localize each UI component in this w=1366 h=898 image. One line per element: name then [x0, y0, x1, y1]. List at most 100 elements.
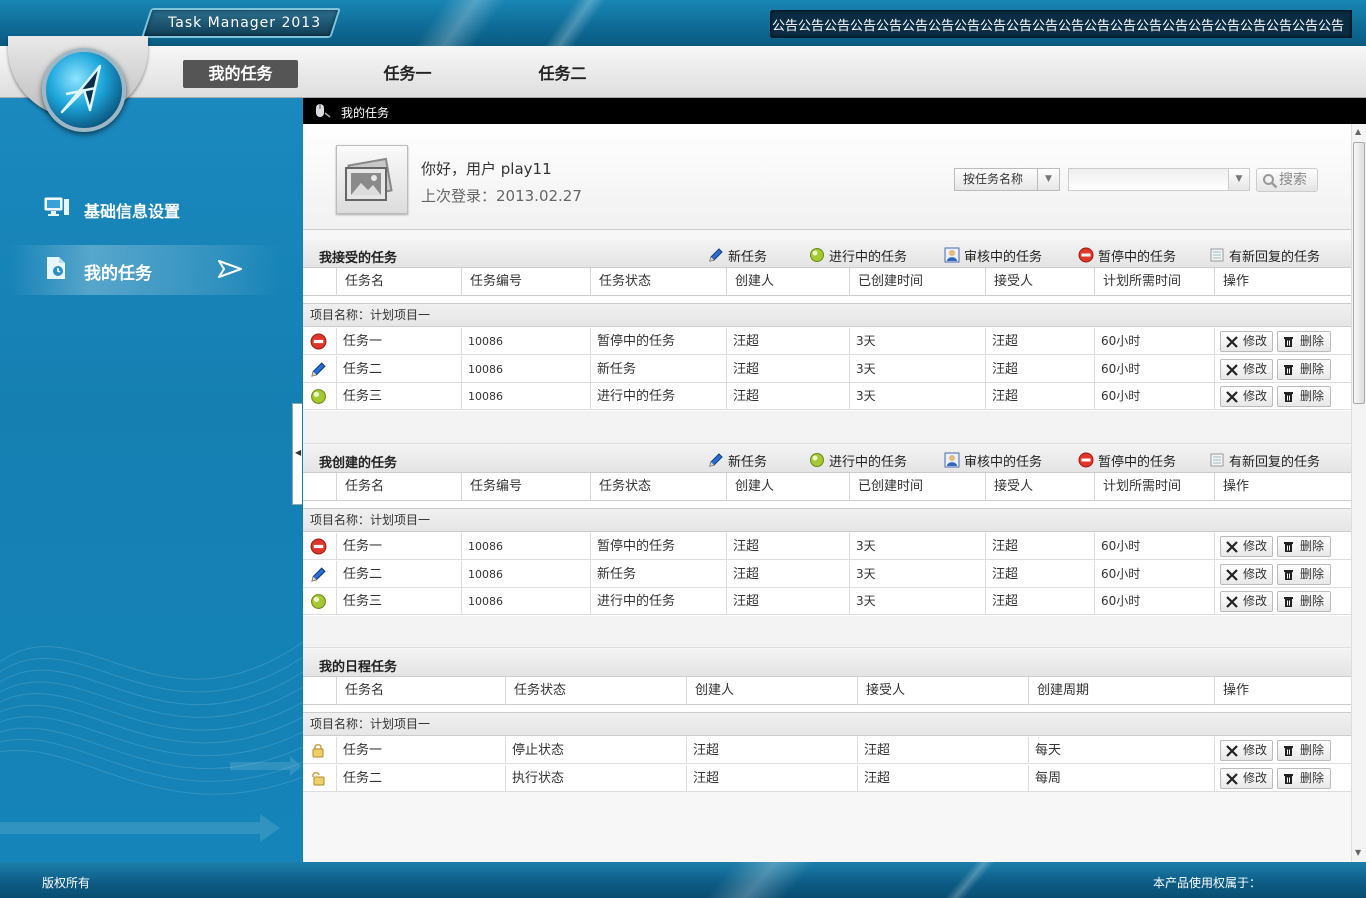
- edit-button[interactable]: 修改: [1220, 591, 1273, 612]
- chevron-left-icon: ◀: [295, 448, 302, 457]
- cell-assignee: 汪超: [985, 533, 1094, 560]
- column-header: 已创建时间: [849, 473, 985, 501]
- legend-reviewing: 审核中的任务: [944, 246, 1042, 265]
- search-input-dropdown-button[interactable]: ▼: [1228, 168, 1250, 191]
- delete-button[interactable]: 删除: [1277, 768, 1331, 789]
- vertical-scrollbar[interactable]: ▲ ▼: [1351, 124, 1366, 862]
- cell-creator: 汪超: [726, 356, 849, 383]
- project-group-row: 项目名称：计划项目一: [303, 712, 1351, 736]
- breadcrumb: 我的任务: [303, 98, 1366, 124]
- sidebar-collapse-handle[interactable]: ◀: [292, 403, 302, 505]
- table-row[interactable]: 任务二 10086 新任务 汪超 3天 汪超 60小时 修改 删除: [303, 561, 1351, 588]
- search-type-select[interactable]: 按任务名称 ▼: [954, 168, 1060, 191]
- legend-label: 暂停中的任务: [1098, 455, 1177, 470]
- cell-planned-time: 60小时: [1094, 588, 1214, 615]
- cell-planned-time: 60小时: [1094, 383, 1214, 410]
- legend-new-reply: 有新回复的任务: [1209, 451, 1320, 470]
- pencil-icon: [311, 567, 326, 582]
- edit-button[interactable]: 修改: [1220, 359, 1273, 380]
- delete-label: 删除: [1300, 362, 1325, 376]
- column-header: 接受人: [857, 677, 1028, 705]
- scroll-up-icon[interactable]: ▲: [1355, 127, 1361, 136]
- footer: 版权所有 本产品使用权属于：: [0, 862, 1366, 898]
- table-row[interactable]: 任务二 10086 新任务 汪超 3天 汪超 60小时 修改 删除: [303, 356, 1351, 383]
- legend-label: 审核中的任务: [964, 455, 1043, 470]
- column-header: 接受人: [985, 268, 1094, 296]
- search-button[interactable]: 搜索: [1256, 168, 1318, 192]
- delete-button[interactable]: 删除: [1277, 564, 1331, 585]
- edit-label: 修改: [1243, 771, 1268, 785]
- arrow-pointer-icon: [218, 260, 242, 278]
- sidebar-item-basic-settings[interactable]: 基础信息设置: [10, 186, 280, 232]
- image-placeholder-icon: [345, 157, 393, 201]
- column-header-icon: [303, 268, 336, 296]
- cell-age: 3天: [849, 356, 985, 383]
- legend-reviewing: 审核中的任务: [944, 451, 1042, 470]
- delete-label: 删除: [1300, 539, 1325, 553]
- sidebar-item-my-tasks[interactable]: 我的任务: [10, 245, 280, 295]
- edit-button[interactable]: 修改: [1220, 536, 1273, 557]
- edit-button[interactable]: 修改: [1220, 386, 1273, 407]
- search-input[interactable]: [1068, 168, 1250, 191]
- announcement-marquee[interactable]: 公告公告公告公告公告公告公告公告公告公告公告公告公告公告公告公告公告公告公告公告…: [770, 10, 1352, 38]
- cell-task-status: 进行中的任务: [590, 383, 726, 410]
- app-title: Task Manager 2013: [168, 15, 322, 31]
- cell-task-id: 10086: [461, 356, 590, 383]
- reviewer-icon: [944, 247, 960, 263]
- pencil-icon: [311, 362, 326, 377]
- edit-button[interactable]: 修改: [1220, 768, 1273, 789]
- trash-icon: [1284, 337, 1293, 347]
- section-spacer: [303, 411, 1351, 444]
- cell-task-status: 新任务: [590, 356, 726, 383]
- legend-new: 新任务: [708, 451, 767, 470]
- cell-assignee: 汪超: [985, 588, 1094, 615]
- table-row[interactable]: 任务三 10086 进行中的任务 汪超 3天 汪超 60小时 修改 删除: [303, 588, 1351, 615]
- app-logo: [42, 48, 126, 132]
- cell-task-status: 进行中的任务: [590, 588, 726, 615]
- avatar[interactable]: [336, 145, 408, 214]
- progress-icon: [810, 248, 824, 262]
- cell-task-name: 任务三: [336, 588, 461, 615]
- scrollbar-thumb[interactable]: [1353, 142, 1365, 404]
- legend-paused: 暂停中的任务: [1078, 451, 1176, 470]
- tools-icon: [1226, 596, 1238, 608]
- tools-icon: [1226, 773, 1238, 785]
- column-header: 任务编号: [461, 473, 590, 501]
- delete-button[interactable]: 删除: [1277, 331, 1331, 352]
- column-header: 创建周期: [1028, 677, 1214, 705]
- cell-creator: 汪超: [686, 737, 857, 764]
- logo-icon: [60, 64, 102, 114]
- reply-doc-icon: [1210, 453, 1224, 467]
- trash-icon: [1284, 597, 1293, 607]
- edit-button[interactable]: 修改: [1220, 331, 1273, 352]
- table-row[interactable]: 任务一 10086 暂停中的任务 汪超 3天 汪超 60小时 修改 删除: [303, 533, 1351, 560]
- scroll-down-icon[interactable]: ▼: [1355, 848, 1361, 857]
- cell-task-name: 任务一: [336, 737, 505, 764]
- legend-label: 新任务: [728, 250, 768, 265]
- trash-icon: [1284, 392, 1293, 402]
- sidebar-item-label: 基础信息设置: [84, 202, 181, 221]
- edit-label: 修改: [1243, 743, 1268, 757]
- delete-button[interactable]: 删除: [1277, 740, 1331, 761]
- cell-assignee: 汪超: [985, 328, 1094, 355]
- section-title: 我的日程任务: [319, 660, 398, 675]
- last-login-text: 上次登录：2013.02.27: [421, 187, 582, 205]
- nav-tab-task-one[interactable]: 任务一: [360, 60, 455, 88]
- table-row[interactable]: 任务一 停止状态 汪超 汪超 每天 修改 删除: [303, 737, 1351, 764]
- delete-button[interactable]: 删除: [1277, 386, 1331, 407]
- delete-label: 删除: [1300, 743, 1325, 757]
- table-row[interactable]: 任务三 10086 进行中的任务 汪超 3天 汪超 60小时 修改 删除: [303, 383, 1351, 410]
- delete-button[interactable]: 删除: [1277, 536, 1331, 557]
- reviewer-icon: [944, 452, 960, 468]
- delete-button[interactable]: 删除: [1277, 591, 1331, 612]
- legend-in-progress: 进行中的任务: [809, 246, 907, 265]
- edit-button[interactable]: 修改: [1220, 564, 1273, 585]
- table-row[interactable]: 任务二 执行状态 汪超 汪超 每周 修改 删除: [303, 765, 1351, 792]
- column-header-icon: [303, 473, 336, 501]
- edit-button[interactable]: 修改: [1220, 740, 1273, 761]
- nav-tab-my-tasks[interactable]: 我的任务: [183, 60, 298, 88]
- delete-button[interactable]: 删除: [1277, 359, 1331, 380]
- table-row[interactable]: 任务一 10086 暂停中的任务 汪超 3天 汪超 60小时 修改 删除: [303, 328, 1351, 355]
- nav-tab-task-two[interactable]: 任务二: [515, 60, 610, 88]
- unlock-icon: [312, 771, 325, 786]
